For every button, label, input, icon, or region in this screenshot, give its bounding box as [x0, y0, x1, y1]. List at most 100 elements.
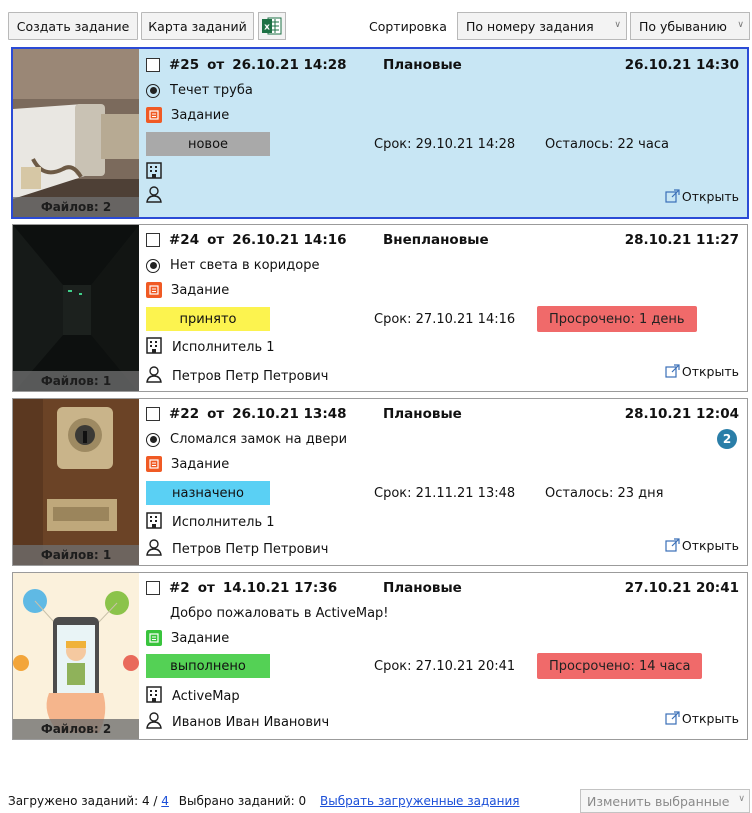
task-kind-icon [146, 282, 162, 298]
task-deadline: Срок: 27.10.21 20:41 [374, 659, 516, 674]
status-badge: назначено [146, 481, 270, 505]
task-type: Плановые [383, 406, 462, 422]
task-deadline: Срок: 21.11.21 13:48 [374, 486, 516, 501]
task-title: Сломался замок на двери [170, 432, 348, 447]
overdue-badge: Просрочено: 1 день [537, 306, 697, 332]
task-kind: Задание [171, 630, 230, 646]
sort-order-value: По убыванию [639, 18, 727, 34]
status-badge: выполнено [146, 654, 270, 678]
task-number: #22 [169, 406, 200, 422]
task-kind-icon [146, 630, 162, 646]
task-select-checkbox[interactable] [146, 58, 160, 72]
chevron-down-icon: ∨ [738, 794, 745, 804]
task-from-label: от [197, 580, 215, 596]
task-select-checkbox[interactable] [146, 407, 160, 421]
task-executor-person: Петров Петр Петрович [172, 542, 329, 557]
footer-status: Загружено заданий: 4 / 4 Выбрано заданий… [8, 794, 520, 808]
task-kind-icon [146, 107, 162, 123]
excel-icon: x [262, 17, 282, 35]
task-executor-org: Исполнитель 1 [172, 340, 275, 355]
task-title: Течет труба [170, 83, 253, 98]
task-photo-lock [13, 399, 139, 565]
task-remaining: Осталось: 23 дня [545, 486, 664, 501]
building-icon [146, 162, 162, 183]
task-remaining: Осталось: 22 часа [545, 137, 669, 152]
task-number: #24 [169, 232, 200, 248]
change-selected-dropdown[interactable]: Изменить выбранные ∨ [580, 789, 750, 813]
person-icon [146, 539, 162, 560]
external-link-icon [665, 711, 680, 725]
loaded-total-link[interactable]: 4 [161, 794, 169, 808]
task-type: Плановые [383, 580, 462, 596]
task-card[interactable]: Файлов: 1 #24 от 26.10.21 14:16 Внеплано… [12, 224, 748, 392]
task-created-date: 26.10.21 14:28 [232, 57, 347, 73]
task-updated-date: 26.10.21 14:30 [624, 57, 739, 73]
files-count: Файлов: 2 [13, 197, 139, 217]
task-executor-org: Исполнитель 1 [172, 515, 275, 530]
select-loaded-tasks-link[interactable]: Выбрать загруженные задания [320, 794, 520, 808]
open-task-label: Открыть [681, 538, 739, 553]
task-kind: Задание [171, 456, 230, 472]
task-photo-welcome [13, 573, 139, 739]
task-type: Плановые [383, 57, 462, 73]
task-deadline: Срок: 29.10.21 14:28 [374, 137, 516, 152]
sort-order-dropdown[interactable]: По убыванию ∨ [630, 12, 750, 40]
external-link-icon [665, 364, 680, 378]
task-number: #25 [169, 57, 200, 73]
sort-label: Сортировка [369, 19, 447, 34]
task-number: #2 [169, 580, 190, 596]
external-link-icon [665, 538, 680, 552]
person-icon [146, 186, 162, 207]
files-count: Файлов: 1 [13, 545, 139, 565]
open-task-link[interactable]: Открыть [665, 711, 739, 726]
building-icon [146, 512, 162, 533]
open-task-link[interactable]: Открыть [665, 538, 739, 553]
task-card[interactable]: Файлов: 1 #22 от 26.10.21 13:48 Плановые… [12, 398, 748, 566]
task-type: Внеплановые [383, 232, 489, 248]
task-executor-person: Иванов Иван Иванович [172, 715, 330, 730]
task-updated-date: 28.10.21 12:04 [624, 406, 739, 422]
task-updated-date: 28.10.21 11:27 [624, 232, 739, 248]
external-link-icon [665, 189, 680, 203]
files-count: Файлов: 1 [13, 371, 139, 391]
task-from-label: от [207, 406, 225, 422]
status-badge: принято [146, 307, 270, 331]
excel-export-button[interactable]: x [258, 12, 286, 40]
overdue-badge: Просрочено: 14 часа [537, 653, 703, 679]
building-icon [146, 686, 162, 707]
task-created-date: 26.10.21 14:16 [232, 232, 347, 248]
task-from-label: от [207, 57, 225, 73]
chevron-down-icon: ∨ [614, 20, 621, 30]
files-count: Файлов: 2 [13, 719, 139, 739]
comments-count-badge: 2 [717, 429, 737, 449]
task-title: Нет света в коридоре [170, 258, 320, 273]
change-selected-label: Изменить выбранные [587, 793, 730, 809]
person-icon [146, 712, 162, 733]
task-select-checkbox[interactable] [146, 233, 160, 247]
task-kind: Задание [171, 282, 230, 298]
task-title: Добро пожаловать в ActiveMap! [170, 606, 389, 621]
task-status-radio-icon [146, 432, 160, 447]
selected-count-text: Выбрано заданий: 0 [178, 794, 307, 808]
chevron-down-icon: ∨ [737, 20, 744, 30]
task-created-date: 26.10.21 13:48 [232, 406, 347, 422]
open-task-link[interactable]: Открыть [665, 189, 739, 204]
task-select-checkbox[interactable] [146, 581, 160, 595]
task-status-radio-icon [146, 258, 160, 273]
task-card[interactable]: Файлов: 2 #2 от 14.10.21 17:36 Плановые … [12, 572, 748, 740]
task-deadline: Срок: 27.10.21 14:16 [374, 312, 516, 327]
building-icon [146, 337, 162, 358]
sort-field-value: По номеру задания [466, 18, 594, 34]
sort-field-dropdown[interactable]: По номеру задания ∨ [457, 12, 627, 40]
person-icon [146, 366, 162, 387]
create-task-button[interactable]: Создать задание [8, 12, 138, 40]
task-executor-person: Петров Петр Петрович [172, 369, 329, 384]
task-card[interactable]: Файлов: 2 #25 от 26.10.21 14:28 Плановые… [11, 47, 749, 219]
task-executor-org: ActiveMap [172, 689, 240, 704]
status-badge: новое [146, 132, 270, 156]
loaded-count-text: Загружено заданий: 4 / [8, 794, 158, 808]
open-task-link[interactable]: Открыть [665, 364, 739, 379]
task-photo-pipe [13, 49, 139, 217]
task-map-button[interactable]: Карта заданий [141, 12, 254, 40]
task-created-date: 14.10.21 17:36 [222, 580, 338, 596]
